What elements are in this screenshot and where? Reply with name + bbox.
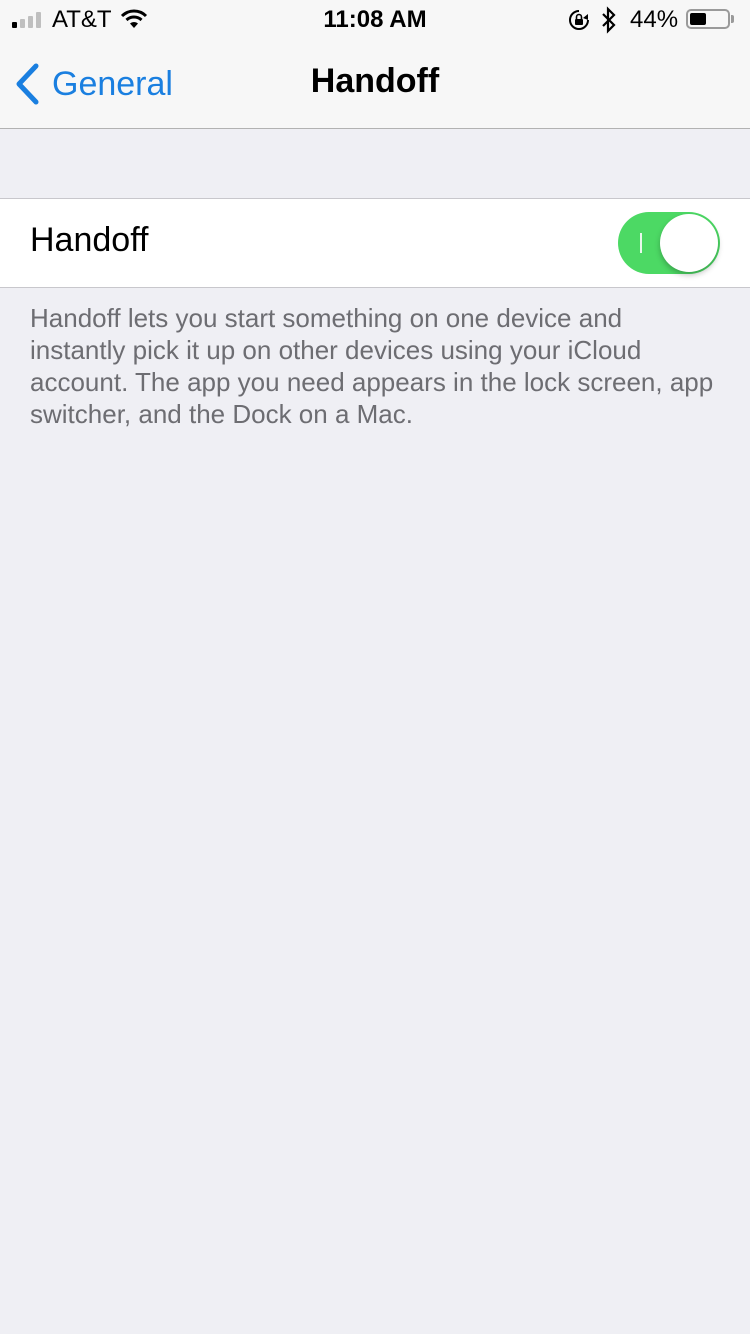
status-bar: AT&T 11:08 AM 44% [0, 0, 750, 40]
handoff-label: Handoff [30, 221, 149, 259]
toggle-knob [660, 214, 718, 272]
battery-tip [731, 15, 734, 23]
navigation-bar: General Handoff [0, 40, 750, 129]
handoff-row: Handoff [0, 198, 750, 288]
battery-percent: 44% [630, 6, 679, 33]
battery-fill [690, 13, 706, 25]
back-button-label: General [52, 64, 173, 103]
battery-icon [686, 9, 730, 29]
toggle-on-indicator [640, 233, 642, 253]
back-button[interactable]: General [14, 60, 173, 108]
handoff-description: Handoff lets you start something on one … [30, 303, 714, 429]
chevron-left-icon [16, 63, 39, 105]
handoff-toggle[interactable] [618, 212, 720, 274]
bluetooth-icon [602, 6, 616, 34]
rotation-lock-icon [569, 10, 589, 30]
